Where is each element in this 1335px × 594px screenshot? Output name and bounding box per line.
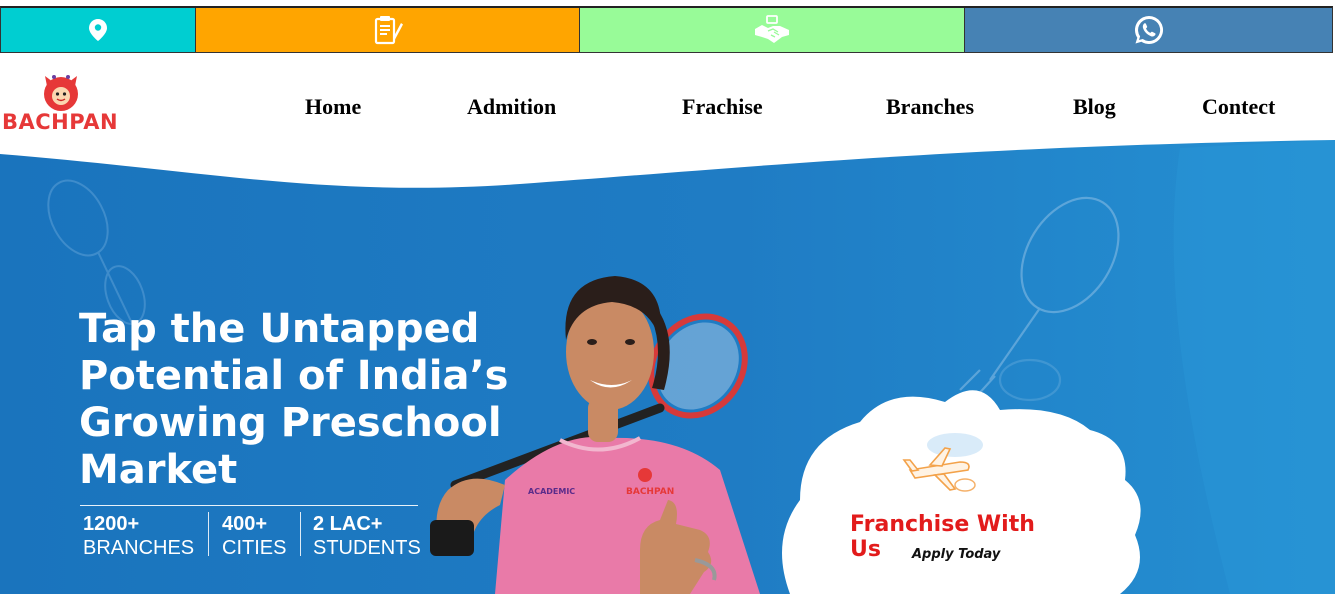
document-form-icon bbox=[374, 16, 403, 45]
contact-bar bbox=[0, 6, 1333, 53]
logo-mascot-icon bbox=[44, 75, 78, 111]
nav-contact[interactable]: Contect bbox=[1202, 94, 1275, 120]
franchise-button[interactable] bbox=[580, 8, 965, 52]
jersey-logo-text: BACHPAN bbox=[626, 487, 674, 497]
nav-blog[interactable]: Blog bbox=[1073, 94, 1116, 120]
nav-home[interactable]: Home bbox=[305, 94, 361, 120]
stat-number: 1200+ bbox=[83, 513, 140, 535]
hero-headline: Tap the Untapped Potential of India’s Gr… bbox=[79, 306, 519, 494]
stat-number: 400+ bbox=[222, 513, 268, 535]
stat-students: 2 LAC+ STUDENTS bbox=[313, 512, 421, 560]
nav-admission[interactable]: Admition bbox=[467, 94, 556, 120]
stat-branches: 1200+ BRANCHES bbox=[83, 512, 194, 560]
map-pin-icon bbox=[89, 19, 107, 41]
whatsapp-icon bbox=[1134, 15, 1163, 44]
logo-text: BACHPAN bbox=[2, 110, 119, 134]
stat-label: CITIES bbox=[222, 537, 287, 559]
stat-separator bbox=[208, 512, 209, 556]
nav-franchise[interactable]: Frachise bbox=[682, 94, 763, 120]
handshake-icon bbox=[755, 15, 789, 43]
nav-branches[interactable]: Branches bbox=[886, 94, 974, 120]
stats-divider-line bbox=[80, 505, 418, 506]
stat-cities: 400+ CITIES bbox=[222, 512, 286, 560]
site-header: BACHPAN Home Admition Frachise Branches … bbox=[0, 54, 1335, 154]
admission-form-button[interactable] bbox=[196, 8, 580, 52]
hero-title-line: Potential of India’s bbox=[79, 353, 509, 399]
stat-separator bbox=[300, 512, 301, 556]
hero-title-line: Growing Preschool bbox=[79, 400, 502, 446]
hero-title-line: Tap the Untapped bbox=[79, 306, 480, 352]
hero-banner: ACADEMIC BACHPAN Tap the Untapped Potent… bbox=[0, 140, 1335, 594]
hero-title-line: Market bbox=[79, 447, 238, 493]
stat-label: STUDENTS bbox=[313, 537, 421, 559]
apply-today-link[interactable]: Apply Today bbox=[912, 547, 1000, 562]
whatsapp-button[interactable] bbox=[965, 8, 1332, 52]
svg-text:ACADEMIC: ACADEMIC bbox=[528, 487, 575, 496]
location-button[interactable] bbox=[1, 8, 196, 52]
stat-label: BRANCHES bbox=[83, 537, 195, 559]
stat-number: 2 LAC+ bbox=[313, 513, 383, 535]
